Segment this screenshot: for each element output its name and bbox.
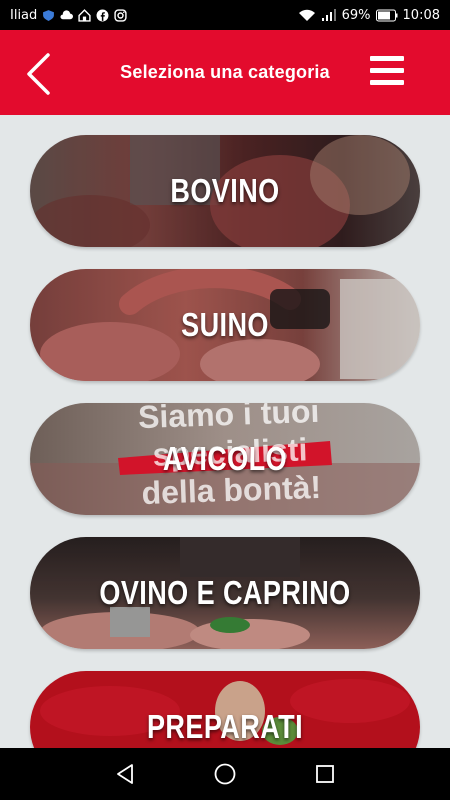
status-left: Iliad: [10, 8, 127, 23]
system-nav-bar: [0, 748, 450, 800]
category-ovino-caprino-button[interactable]: OVINO E CAPRINO: [30, 537, 420, 649]
app-header: Seleziona una categoria: [0, 30, 450, 115]
wifi-icon: [298, 9, 315, 21]
instagram-icon: [114, 8, 127, 22]
signal-icon: [321, 8, 336, 21]
home-circle-icon[interactable]: [213, 762, 237, 786]
category-label: PREPARATI: [146, 708, 304, 745]
status-right: 69% 10:08: [298, 8, 440, 23]
hamburger-menu-icon[interactable]: [370, 56, 404, 90]
category-label: OVINO E CAPRINO: [99, 574, 351, 611]
shield-icon: [43, 9, 55, 21]
battery-icon: [375, 9, 398, 21]
category-suino-button[interactable]: SUINO: [30, 269, 420, 381]
carrier-name: Iliad: [10, 7, 38, 23]
category-avicolo-button[interactable]: Siamo i tuoi specialisti della bontà! AV…: [30, 403, 420, 515]
category-label: BOVINO: [170, 172, 280, 209]
clock: 10:08: [402, 7, 440, 23]
category-label: SUINO: [181, 306, 269, 343]
cloud-icon: [60, 9, 74, 19]
status-bar: Iliad 69% 10:08: [0, 0, 450, 30]
recents-square-icon[interactable]: [313, 762, 337, 786]
category-bovino-button[interactable]: BOVINO: [30, 135, 420, 247]
category-label: AVICOLO: [162, 440, 288, 477]
back-triangle-icon[interactable]: [113, 762, 137, 786]
home-icon: [78, 8, 91, 22]
category-preparati-button[interactable]: PREPARATI: [30, 671, 420, 748]
category-list: BOVINO SUINO Siamo i tuoi specialisti de…: [0, 115, 450, 748]
battery-percent: 69%: [341, 7, 371, 23]
facebook-icon: [96, 9, 109, 21]
